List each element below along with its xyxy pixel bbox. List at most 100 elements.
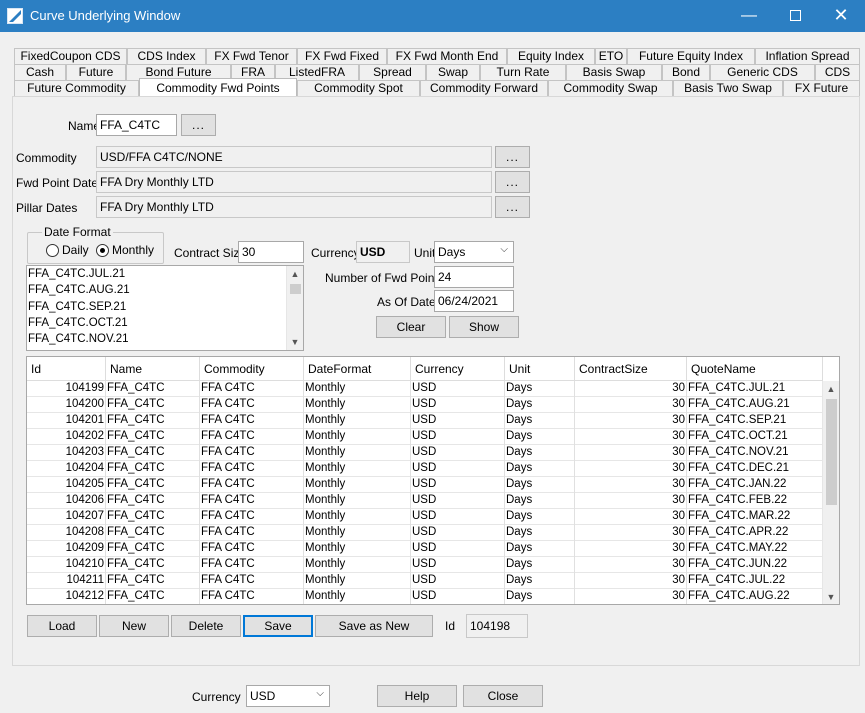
- table-row[interactable]: 104203 FFA_C4TC FFA C4TC Monthly USD Days 30 FF…: [27, 445, 823, 461]
- tab-fx-future[interactable]: FX Future: [783, 80, 860, 96]
- cell-id: 104212: [27, 589, 106, 604]
- cell-commodity: FFA C4TC: [200, 557, 304, 573]
- table-row[interactable]: 104202 FFA_C4TC FFA C4TC Monthly USD Days 30 FF…: [27, 429, 823, 445]
- load-button[interactable]: Load: [27, 615, 97, 637]
- column-header-quotename[interactable]: QuoteName: [687, 357, 823, 381]
- column-header-id[interactable]: Id: [27, 357, 106, 381]
- tab-commodity-forward[interactable]: Commodity Forward: [420, 80, 548, 96]
- column-header-commodity[interactable]: Commodity: [200, 357, 304, 381]
- tab-future-equity-index[interactable]: Future Equity Index: [627, 48, 755, 64]
- save-button[interactable]: Save: [243, 615, 313, 637]
- tab-inflation-spread[interactable]: Inflation Spread: [755, 48, 860, 64]
- pillar-dates-field[interactable]: FFA Dry Monthly LTD: [96, 196, 492, 218]
- fwd-point-dates-field[interactable]: FFA Dry Monthly LTD: [96, 171, 492, 193]
- cell-id: 104204: [27, 461, 106, 477]
- name-browse-button[interactable]: ...: [181, 114, 216, 136]
- monthly-radio[interactable]: [96, 244, 109, 257]
- contract-size-field[interactable]: 30: [238, 241, 304, 263]
- table-row[interactable]: 104208 FFA_C4TC FFA C4TC Monthly USD Days 30 FF…: [27, 525, 823, 541]
- table-row[interactable]: 104205 FFA_C4TC FFA C4TC Monthly USD Days 30 FF…: [27, 477, 823, 493]
- tab-cds-index[interactable]: CDS Index: [127, 48, 206, 64]
- table-row[interactable]: 104211 FFA_C4TC FFA C4TC Monthly USD Days 30 FF…: [27, 573, 823, 589]
- cell-unit: Days: [505, 557, 575, 573]
- scroll-up-icon[interactable]: ▲: [823, 381, 839, 397]
- help-button[interactable]: Help: [377, 685, 457, 707]
- cell-quotename: FFA_C4TC.MAR.22: [687, 509, 823, 525]
- table-row[interactable]: 104212 FFA_C4TC FFA C4TC Monthly USD Days 30 FF…: [27, 589, 823, 604]
- list-item[interactable]: FFA_C4TC.NOV.21: [27, 331, 303, 347]
- save-as-new-button[interactable]: Save as New: [315, 615, 433, 637]
- list-item[interactable]: FFA_C4TC.SEP.21: [27, 299, 303, 315]
- list-item[interactable]: FFA_C4TC.AUG.21: [27, 282, 303, 298]
- tab-commodity-swap[interactable]: Commodity Swap: [548, 80, 673, 96]
- close-window-button[interactable]: ✕: [818, 0, 864, 32]
- column-header-dateformat[interactable]: DateFormat: [304, 357, 411, 381]
- delete-button[interactable]: Delete: [171, 615, 241, 637]
- cell-name: FFA_C4TC: [106, 429, 200, 445]
- column-header-currency[interactable]: Currency: [411, 357, 505, 381]
- as-of-date-field[interactable]: 06/24/2021: [434, 290, 514, 312]
- tab-basis-two-swap[interactable]: Basis Two Swap: [673, 80, 783, 96]
- column-header-name[interactable]: Name: [106, 357, 200, 381]
- table-scrollbar[interactable]: ▲ ▼: [822, 381, 839, 604]
- tab-fx-fwd-month-end[interactable]: FX Fwd Month End: [387, 48, 507, 64]
- list-item[interactable]: FFA_C4TC.OCT.21: [27, 315, 303, 331]
- tab-generic-cds[interactable]: Generic CDS: [710, 64, 815, 80]
- table-row[interactable]: 104201 FFA_C4TC FFA C4TC Monthly USD Days 30 FF…: [27, 413, 823, 429]
- pillar-dates-browse-button[interactable]: ...: [495, 196, 530, 218]
- tab-turn-rate[interactable]: Turn Rate: [480, 64, 566, 80]
- minimize-button[interactable]: —: [726, 0, 772, 32]
- cell-quotename: FFA_C4TC.AUG.22: [687, 589, 823, 604]
- column-header-contractsize[interactable]: ContractSize: [575, 357, 687, 381]
- unit-select[interactable]: Days ⌵: [434, 241, 514, 263]
- tab-fx-fwd-fixed[interactable]: FX Fwd Fixed: [297, 48, 387, 64]
- tab-spread[interactable]: Spread: [359, 64, 426, 80]
- tab-bond[interactable]: Bond: [662, 64, 710, 80]
- table-row[interactable]: 104206 FFA_C4TC FFA C4TC Monthly USD Days 30 FF…: [27, 493, 823, 509]
- tab-future-commodity[interactable]: Future Commodity: [14, 80, 139, 96]
- table-row[interactable]: 104200 FFA_C4TC FFA C4TC Monthly USD Days 30 FF…: [27, 397, 823, 413]
- maximize-button[interactable]: [772, 0, 818, 32]
- scrollbar-thumb[interactable]: [290, 284, 301, 294]
- num-fwd-points-field[interactable]: 24: [434, 266, 514, 288]
- tab-equity-index[interactable]: Equity Index: [507, 48, 595, 64]
- scroll-down-icon[interactable]: ▼: [823, 589, 839, 604]
- cell-dateformat: Monthly: [304, 557, 411, 573]
- commodity-browse-button[interactable]: ...: [495, 146, 530, 168]
- tab-future[interactable]: Future: [66, 64, 126, 80]
- table-row[interactable]: 104207 FFA_C4TC FFA C4TC Monthly USD Days 30 FF…: [27, 509, 823, 525]
- as-of-date-label: As Of Date: [377, 295, 436, 309]
- scrollbar-thumb[interactable]: [826, 399, 837, 505]
- tab-basis-swap[interactable]: Basis Swap: [566, 64, 662, 80]
- tab-commodity-spot[interactable]: Commodity Spot: [297, 80, 420, 96]
- tab-fixedcoupon-cds[interactable]: FixedCoupon CDS: [14, 48, 127, 64]
- quote-list[interactable]: FFA_C4TC.JUL.21 FFA_C4TC.AUG.21 FFA_C4TC…: [26, 265, 304, 351]
- clear-button[interactable]: Clear: [376, 316, 446, 338]
- footer-currency-select[interactable]: USD ⌵: [246, 685, 330, 707]
- daily-radio[interactable]: [46, 244, 59, 257]
- id-field: 104198: [466, 614, 528, 638]
- list-item[interactable]: FFA_C4TC.JUL.21: [27, 266, 303, 282]
- table-row[interactable]: 104210 FFA_C4TC FFA C4TC Monthly USD Days 30 FF…: [27, 557, 823, 573]
- table-row[interactable]: 104204 FFA_C4TC FFA C4TC Monthly USD Days 30 FF…: [27, 461, 823, 477]
- tab-commodity-fwd-points[interactable]: Commodity Fwd Points: [139, 78, 297, 97]
- quote-list-scrollbar[interactable]: ▲ ▼: [286, 266, 303, 350]
- show-button[interactable]: Show: [449, 316, 519, 338]
- fwd-point-dates-browse-button[interactable]: ...: [495, 171, 530, 193]
- scroll-down-icon[interactable]: ▼: [287, 334, 303, 350]
- commodity-field[interactable]: USD/FFA C4TC/NONE: [96, 146, 492, 168]
- close-button[interactable]: Close: [463, 685, 543, 707]
- cell-commodity: FFA C4TC: [200, 381, 304, 397]
- tab-eto[interactable]: ETO: [595, 48, 627, 64]
- new-button[interactable]: New: [99, 615, 169, 637]
- name-field[interactable]: FFA_C4TC: [96, 114, 177, 136]
- tab-cash[interactable]: Cash: [14, 64, 66, 80]
- tab-fx-fwd-tenor[interactable]: FX Fwd Tenor: [206, 48, 297, 64]
- tab-swap[interactable]: Swap: [426, 64, 480, 80]
- cell-id: 104208: [27, 525, 106, 541]
- scroll-up-icon[interactable]: ▲: [287, 266, 303, 282]
- tab-cds[interactable]: CDS: [815, 64, 860, 80]
- column-header-unit[interactable]: Unit: [505, 357, 575, 381]
- table-row[interactable]: 104209 FFA_C4TC FFA C4TC Monthly USD Days 30 FF…: [27, 541, 823, 557]
- table-row[interactable]: 104199 FFA_C4TC FFA C4TC Monthly USD Days 30 FF…: [27, 381, 823, 397]
